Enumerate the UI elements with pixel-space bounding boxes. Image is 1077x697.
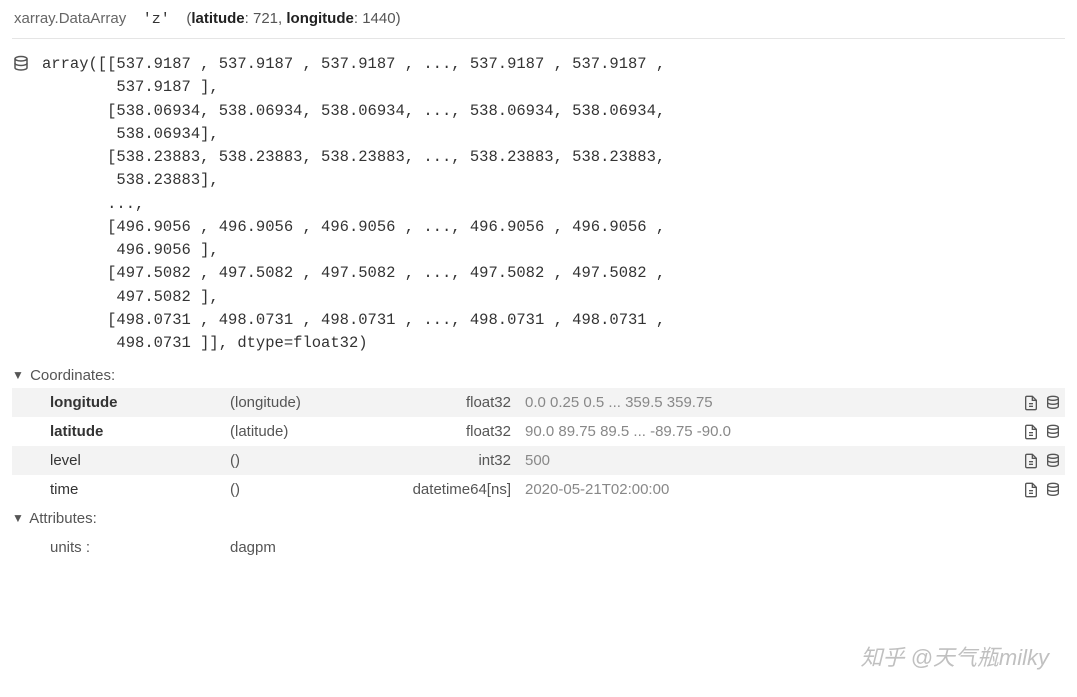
- coord-row: time()datetime64[ns]2020-05-21T02:00:00: [12, 475, 1065, 504]
- attr-key: units :: [50, 539, 230, 556]
- coord-row: longitude(longitude)float320.0 0.25 0.5 …: [12, 388, 1065, 417]
- coord-dtype: float32: [365, 394, 525, 411]
- coord-row: latitude(latitude)float3290.0 89.75 89.5…: [12, 417, 1065, 446]
- file-text-icon[interactable]: [1023, 394, 1039, 411]
- database-icon[interactable]: [12, 53, 34, 73]
- coord-name: level: [50, 452, 230, 469]
- attributes-label: Attributes:: [29, 510, 97, 527]
- coordinates-list: longitude(longitude)float320.0 0.25 0.5 …: [12, 388, 1065, 504]
- database-icon[interactable]: [1045, 452, 1061, 469]
- file-text-icon[interactable]: [1023, 423, 1039, 440]
- attributes-toggle[interactable]: ▼ Attributes:: [12, 504, 1065, 531]
- array-data-section: array([[537.9187 , 537.9187 , 537.9187 ,…: [12, 39, 1065, 361]
- coord-dims: (): [230, 452, 365, 469]
- coord-preview: 2020-05-21T02:00:00: [525, 481, 1001, 498]
- coord-dims: (longitude): [230, 394, 365, 411]
- header: xarray.DataArray 'z' (latitude: 721, lon…: [12, 4, 1065, 39]
- coord-name: longitude: [50, 394, 230, 411]
- attributes-list: units :dagpm: [12, 531, 1065, 556]
- caret-down-icon: ▼: [12, 511, 24, 525]
- coord-dtype: int32: [365, 452, 525, 469]
- database-icon[interactable]: [1045, 481, 1061, 498]
- attr-row: units :dagpm: [12, 531, 1065, 556]
- array-data: array([[537.9187 , 537.9187 , 537.9187 ,…: [34, 53, 665, 355]
- variable-name: 'z': [143, 11, 170, 28]
- coord-name: time: [50, 481, 230, 498]
- coord-dims: (): [230, 481, 365, 498]
- coord-preview: 90.0 89.75 89.5 ... -89.75 -90.0: [525, 423, 1001, 440]
- xarray-repr: xarray.DataArray 'z' (latitude: 721, lon…: [0, 0, 1077, 574]
- attr-value: dagpm: [230, 539, 1065, 556]
- coordinates-label: Coordinates:: [30, 367, 115, 384]
- file-text-icon[interactable]: [1023, 481, 1039, 498]
- coord-dtype: datetime64[ns]: [365, 481, 525, 498]
- coord-name: latitude: [50, 423, 230, 440]
- watermark-text: 知乎 @天气瓶milky: [860, 640, 1049, 672]
- dimensions: (latitude: 721, longitude: 1440): [186, 10, 400, 27]
- coord-dims: (latitude): [230, 423, 365, 440]
- coord-preview: 500: [525, 452, 1001, 469]
- database-icon[interactable]: [1045, 394, 1061, 411]
- coordinates-toggle[interactable]: ▼ Coordinates:: [12, 361, 1065, 388]
- coord-preview: 0.0 0.25 0.5 ... 359.5 359.75: [525, 394, 1001, 411]
- coord-row: level()int32500: [12, 446, 1065, 475]
- coord-dtype: float32: [365, 423, 525, 440]
- object-type: xarray.DataArray: [14, 10, 126, 27]
- caret-down-icon: ▼: [12, 368, 24, 382]
- database-icon[interactable]: [1045, 423, 1061, 440]
- file-text-icon[interactable]: [1023, 452, 1039, 469]
